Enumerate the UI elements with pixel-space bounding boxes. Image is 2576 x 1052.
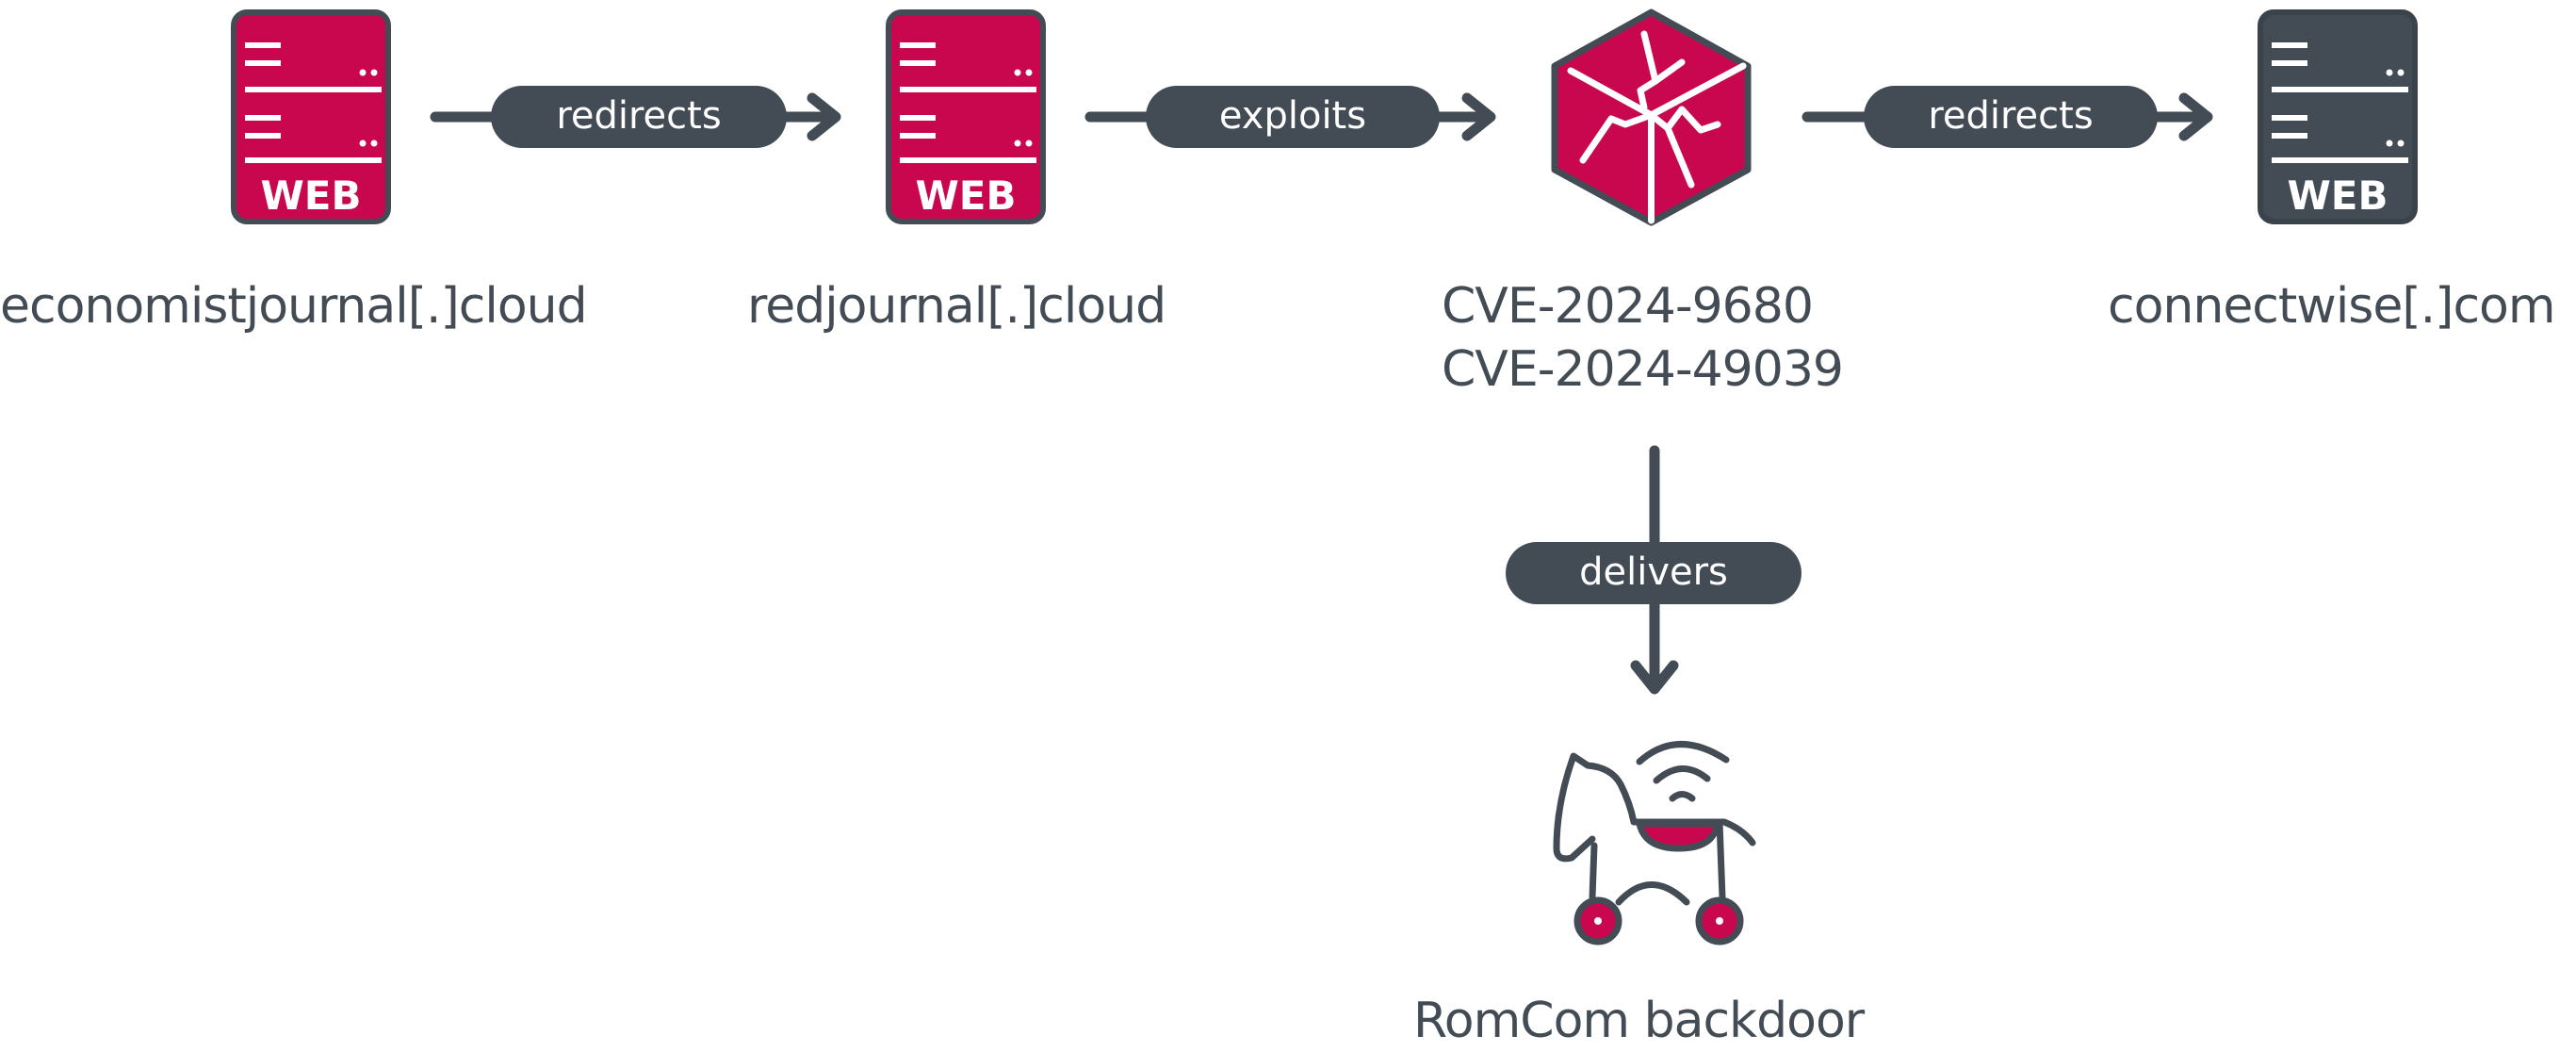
edge-redirects-1-arrow [430,92,2213,695]
node-label-cve-1: CVE-2024-9680 [1442,278,1814,335]
node-label-redjournal: redjournal[.]cloud [747,278,1166,335]
node-label-connectwise: connectwise[.]com [2108,278,2556,335]
edge-label-redirects-economist-to-redjournal: redirects [491,86,787,148]
node-label-economistjournal: economistjournal[.]cloud [0,278,588,335]
node-label-cve-2: CVE-2024-49039 [1442,341,1844,398]
edge-label-delivers: delivers [1506,542,1802,604]
edge-label-redirects-cve-to-connectwise: redirects [1864,86,2158,148]
edge-label-exploits: exploits [1146,86,1440,148]
node-label-romcom: RomCom backdoor [1413,993,1865,1049]
